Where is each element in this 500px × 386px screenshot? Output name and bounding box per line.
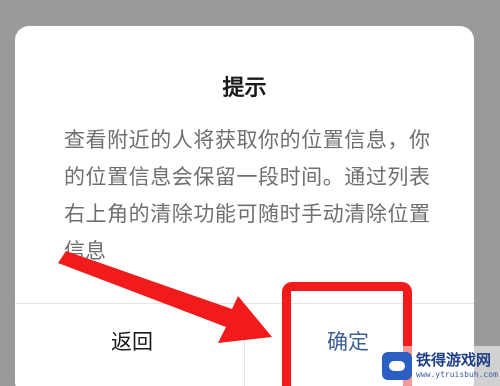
site-watermark: 铁得游戏网 www.ytruisbuh.com <box>382 346 500 386</box>
annotation-arrow-icon <box>58 251 272 343</box>
gamepad-logo-icon <box>382 352 412 380</box>
watermark-name: 铁得游戏网 <box>416 351 492 369</box>
watermark-url: www.ytruisbuh.com <box>416 370 498 379</box>
